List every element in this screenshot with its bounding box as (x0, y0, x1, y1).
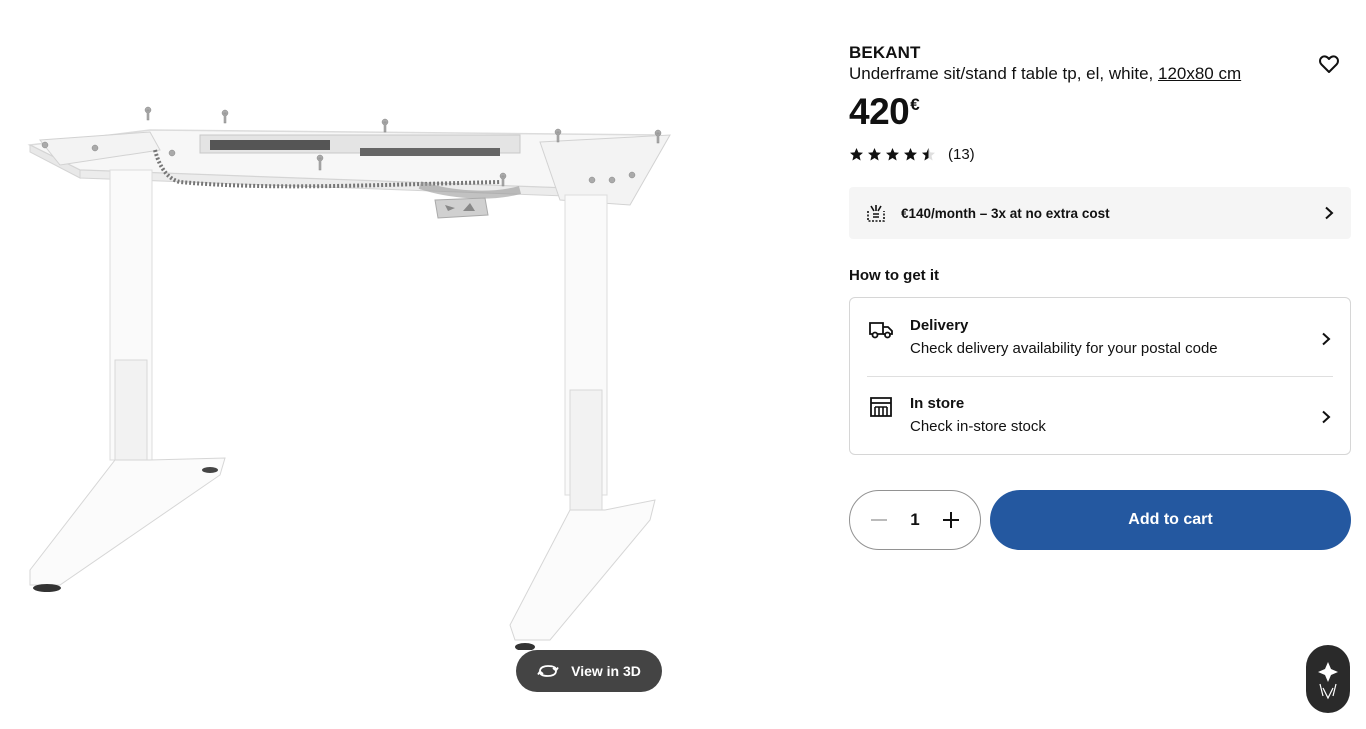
star-icon (849, 147, 864, 162)
product-brand: BEKANT (849, 43, 921, 62)
price-currency: € (910, 95, 920, 114)
rating-stars (849, 147, 936, 162)
price-value: 420 (849, 91, 910, 132)
review-count: (13) (948, 146, 975, 163)
truck-icon (869, 322, 893, 339)
increase-quantity-button[interactable] (940, 509, 962, 531)
installment-text: €140/month – 3x at no extra cost (901, 205, 1110, 221)
product-description: Underframe sit/stand f table tp, el, whi… (849, 64, 1241, 84)
product-rating[interactable]: (13) (849, 146, 975, 163)
quantity-input[interactable] (900, 510, 930, 530)
sparkle-logo-icon (1318, 662, 1338, 700)
in-store-option[interactable]: In store Check in-store stock (850, 376, 1350, 450)
chevron-right-icon (1322, 410, 1331, 424)
favourite-button[interactable] (1317, 52, 1341, 76)
fulfilment-options: Delivery Check delivery availability for… (849, 297, 1351, 455)
star-icon (867, 147, 882, 162)
star-icon (903, 147, 918, 162)
view-in-3d-label: View in 3D (571, 663, 641, 679)
chevron-right-icon (1322, 332, 1331, 346)
delivery-subtitle: Check delivery availability for your pos… (910, 340, 1218, 357)
in-store-title: In store (910, 395, 965, 412)
store-icon (870, 397, 892, 417)
delivery-option[interactable]: Delivery Check delivery availability for… (850, 298, 1350, 372)
size-link[interactable]: 120x80 cm (1158, 64, 1241, 83)
delivery-title: Delivery (910, 317, 969, 334)
product-info-panel: BEKANT Underframe sit/stand f table tp, … (849, 0, 1351, 729)
payment-plan-icon (867, 205, 885, 222)
star-icon (885, 147, 900, 162)
add-to-cart-button[interactable]: Add to cart (990, 490, 1351, 550)
how-to-get-it-heading: How to get it (849, 267, 939, 284)
floating-widget-button[interactable] (1306, 645, 1350, 713)
heart-icon (1319, 55, 1339, 73)
plus-icon (943, 512, 959, 528)
installment-offer[interactable]: €140/month – 3x at no extra cost (849, 187, 1351, 239)
product-image (27, 106, 671, 650)
minus-icon (871, 519, 887, 521)
in-store-subtitle: Check in-store stock (910, 418, 1046, 435)
chevron-right-icon (1325, 206, 1334, 220)
product-media: View in 3D (0, 0, 700, 729)
half-star-icon (921, 147, 936, 162)
product-description-text: Underframe sit/stand f table tp, el, whi… (849, 64, 1158, 83)
rotate-3d-icon (537, 665, 559, 677)
product-price: 420 € (849, 91, 920, 133)
view-in-3d-button[interactable]: View in 3D (516, 650, 662, 692)
decrease-quantity-button[interactable] (868, 509, 890, 531)
quantity-stepper (849, 490, 981, 550)
